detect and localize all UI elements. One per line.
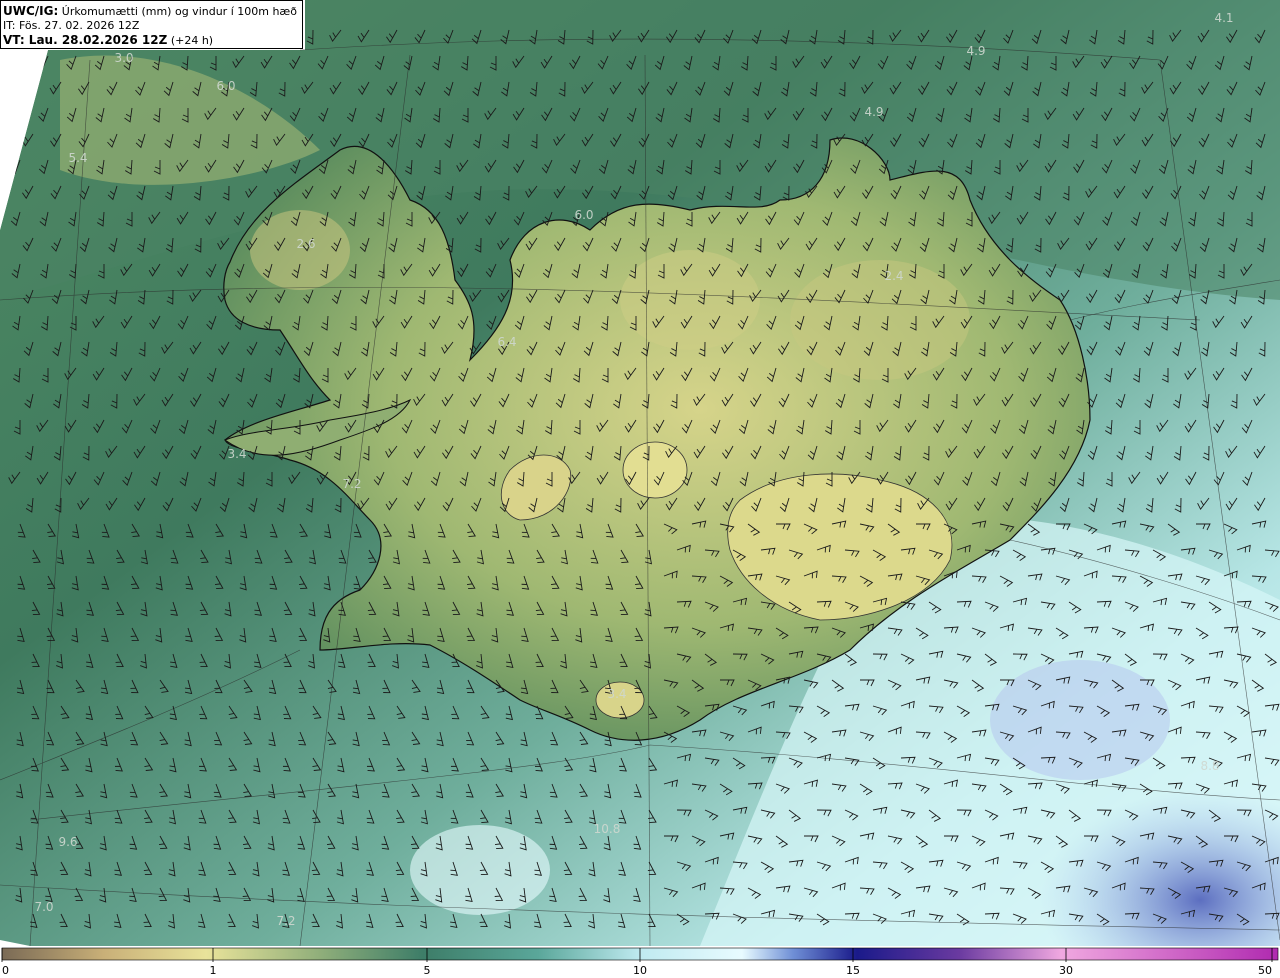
- precip-patch-2: [410, 825, 550, 915]
- precip-value-label: 3.0: [114, 51, 133, 65]
- precip-value-label: 3.4: [227, 447, 246, 461]
- colorbar-tick-label: 15: [846, 964, 860, 977]
- valid-time-line: VT: Lau. 28.02.2026 12Z (+24 h): [3, 33, 302, 48]
- map-title: Úrkomumætti (mm) og vindur í 100m hæð: [61, 5, 297, 18]
- precip-value-label: 8.8: [1200, 759, 1219, 773]
- forecast-map: 4.1 4.9 3.0 6.0 4.9 5.4 6.0 2.6 2.4 6.4 3.4 7.2 3.4 9…: [0, 0, 1280, 978]
- precip-value-label: 4.1: [1214, 11, 1233, 25]
- glacier-hofsjokull: [622, 441, 688, 499]
- product-code: UWC/IG:: [3, 4, 59, 18]
- title-line: UWC/IG: Úrkomumætti (mm) og vindur í 100…: [3, 4, 302, 19]
- precip-value-label: 4.9: [864, 105, 883, 119]
- colorbar-tick-label: 10: [633, 964, 647, 977]
- field-layer: [0, 0, 1280, 946]
- colorbar-tick-label: 30: [1059, 964, 1073, 977]
- lead-time: (+24 h): [170, 34, 214, 47]
- colorbar: 0 1 5 10 15 30 50: [1, 947, 1279, 977]
- precip-value-label: 7.2: [342, 477, 361, 491]
- precip-value-label: 10.8: [594, 822, 621, 836]
- precip-value-label: 6.0: [574, 208, 593, 222]
- precip-value-label: 7.0: [34, 900, 53, 914]
- precip-value-label: 7.2: [276, 914, 295, 928]
- precip-value-label: 5.4: [68, 151, 87, 165]
- precip-value-label: 9.6: [58, 835, 77, 849]
- colorbar-tick-label: 50: [1258, 964, 1272, 977]
- init-time: IT: Fös. 27. 02. 2026 12Z: [3, 19, 140, 32]
- colorbar-tick-label: 1: [210, 964, 217, 977]
- precip-value-label: 6.4: [497, 335, 516, 349]
- valid-time: VT: Lau. 28.02.2026 12Z: [3, 33, 168, 47]
- precip-value-label: 4.9: [966, 44, 985, 58]
- map-canvas: 4.1 4.9 3.0 6.0 4.9 5.4 6.0 2.6 2.4 6.4 3.4 7.2 3.4 9…: [0, 0, 1280, 977]
- colorbar-tick-label: 0: [2, 964, 9, 977]
- colorbar-tick-label: 5: [424, 964, 431, 977]
- precip-value-label: 3.4: [607, 687, 626, 701]
- precip-value-label: 2.4: [884, 269, 903, 283]
- precip-value-label: 2.6: [296, 237, 315, 251]
- forecast-info-box: UWC/IG: Úrkomumætti (mm) og vindur í 100…: [0, 0, 303, 49]
- precip-value-label: 6.0: [216, 79, 235, 93]
